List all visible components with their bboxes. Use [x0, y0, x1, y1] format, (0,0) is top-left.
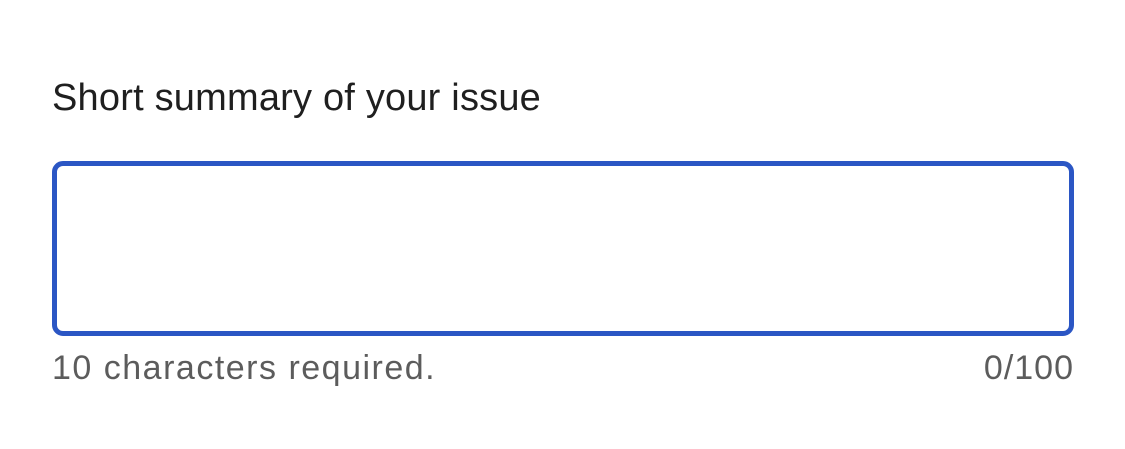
- summary-field: Short summary of your issue 10 character…: [52, 74, 1074, 390]
- summary-helper-text: 10 characters required.: [52, 348, 437, 387]
- summary-char-count: 0/100: [983, 348, 1074, 387]
- summary-field-label: Short summary of your issue: [52, 77, 542, 119]
- summary-helper-row: 10 characters required. 0/100: [52, 346, 1074, 390]
- summary-input[interactable]: [52, 161, 1074, 336]
